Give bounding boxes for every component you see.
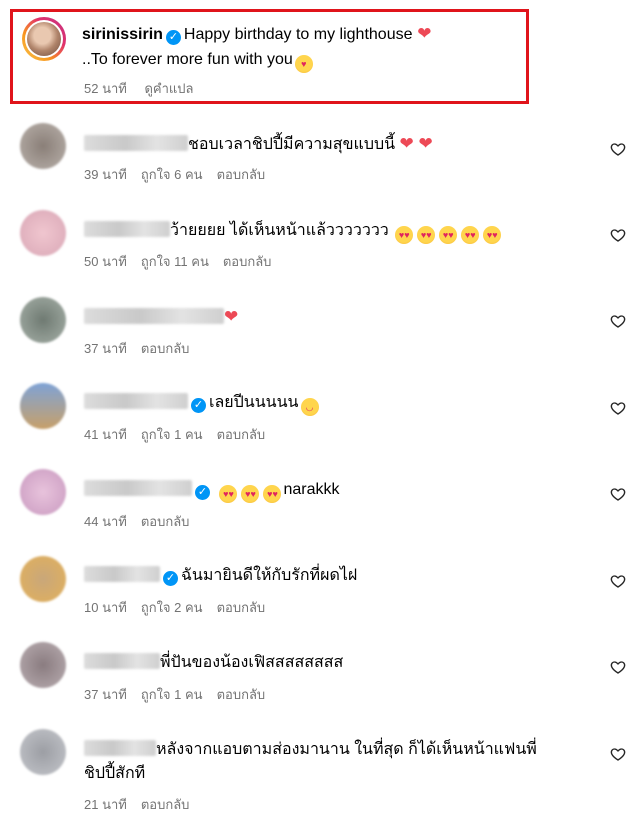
verified-badge-icon: ✓ [195, 485, 210, 500]
comment-likes[interactable]: ถูกใจ 1 คน [141, 427, 203, 442]
caption-time[interactable]: 52 นาที [84, 81, 127, 96]
blurred-username[interactable] [84, 221, 170, 237]
heart-outline-icon[interactable] [610, 141, 626, 157]
commenter-avatar[interactable] [20, 556, 66, 602]
commenter-avatar[interactable] [20, 469, 66, 515]
comment-text: ฉันมายินดีให้กับรักที่ผดไฝ [181, 567, 358, 584]
comment-row-continued: ชิปปี้สักที [84, 764, 145, 784]
commenter-avatar[interactable] [20, 729, 66, 775]
comment-meta: 50 นาที ถูกใจ 11 คน ตอบกลับ [84, 254, 285, 270]
comment-text: ว้ายยยย ได้เห็นหน้าแล้ววววววว [170, 222, 389, 239]
heart-eyes-emoji-icon: ♥♥ [219, 485, 238, 503]
comment-row: ✓ เลยปีนนนนน ◡ [84, 393, 321, 416]
commenter-avatar[interactable] [20, 383, 66, 429]
reply-button[interactable]: ตอบกลับ [141, 514, 190, 529]
comment-meta: 10 นาที ถูกใจ 2 คน ตอบกลับ [84, 600, 279, 616]
caption-text-2: ..To forever more fun with you [82, 51, 293, 68]
blurred-username[interactable] [84, 135, 188, 151]
heart-emoji-icon: ❤ [224, 307, 239, 326]
reply-button[interactable]: ตอบกลับ [217, 427, 266, 442]
verified-badge-icon: ✓ [163, 571, 178, 586]
reply-button[interactable]: ตอบกลับ [217, 600, 266, 615]
heart-outline-icon[interactable] [610, 746, 626, 762]
heart-eyes-emoji-icon: ♥♥ [241, 485, 260, 503]
blurred-username[interactable] [84, 480, 192, 496]
comment-time[interactable]: 50 นาที [84, 254, 127, 269]
comment-row: ชอบเวลาชิปปี้มีความสุขแบบนี้ ❤ ❤ [84, 134, 433, 155]
comment-text: ชอบเวลาชิปปี้มีความสุขแบบนี้ [188, 136, 396, 153]
heart-outline-icon[interactable] [610, 486, 626, 502]
caption-text: Happy birthday to my lighthouse [183, 26, 413, 43]
blurred-username[interactable] [84, 653, 160, 669]
heart-eyes-emoji-icon: ♥♥ [417, 226, 436, 244]
heart-outline-icon[interactable] [610, 227, 626, 243]
heart-outline-icon[interactable] [610, 400, 626, 416]
comment-time[interactable]: 39 นาที [84, 167, 127, 182]
heart-outline-icon[interactable] [610, 573, 626, 589]
comment-time[interactable]: 37 นาที [84, 341, 127, 356]
caption-avatar[interactable] [22, 17, 66, 61]
heart-eyes-emoji-icon: ♥♥ [395, 226, 414, 244]
blurred-username[interactable] [84, 566, 160, 582]
comment-text: หลังจากแอบตามส่องมานาน ในที่สุด ก็ได้เห็… [156, 741, 537, 758]
reply-button[interactable]: ตอบกลับ [223, 254, 272, 269]
comment-time[interactable]: 21 นาที [84, 797, 127, 812]
comment-likes[interactable]: ถูกใจ 2 คน [141, 600, 203, 615]
heart-emoji-icon: ❤ [399, 134, 414, 153]
blurred-username[interactable] [84, 308, 224, 324]
commenter-avatar[interactable] [20, 123, 66, 169]
commenter-avatar[interactable] [20, 210, 66, 256]
comment-row: ✓ ฉันมายินดีให้กับรักที่ผดไฝ [84, 566, 357, 586]
smiling-hearts-emoji-icon: ♥ [294, 55, 313, 73]
caption-line-1: sirinissirin ✓ Happy birthday to my lighth… [82, 24, 431, 45]
heart-eyes-emoji-icon: ♥♥ [461, 226, 480, 244]
heart-eyes-emoji-icon: ♥♥ [439, 226, 458, 244]
comment-time[interactable]: 37 นาที [84, 687, 127, 702]
caption-meta: 52 นาที ดูคำแปล [84, 81, 208, 97]
comment-time[interactable]: 41 นาที [84, 427, 127, 442]
reply-button[interactable]: ตอบกลับ [141, 797, 190, 812]
comment-meta: 37 นาที ถูกใจ 1 คน ตอบกลับ [84, 687, 279, 703]
heart-outline-icon[interactable] [610, 659, 626, 675]
comment-text: เลยปีนนนนน [209, 394, 299, 411]
comment-text-2: ชิปปี้สักที [84, 765, 146, 782]
reply-button[interactable]: ตอบกลับ [217, 167, 266, 182]
heart-eyes-emoji-icon: ♥♥ [483, 226, 502, 244]
reply-button[interactable]: ตอบกลับ [217, 687, 266, 702]
commenter-avatar[interactable] [20, 297, 66, 343]
verified-badge-icon: ✓ [165, 30, 181, 45]
heart-emoji-icon: ❤ [412, 24, 432, 43]
comment-likes[interactable]: ถูกใจ 11 คน [141, 254, 209, 269]
caption-line-2: ..To forever more fun with you ♥ [82, 50, 315, 73]
comment-meta: 39 นาที ถูกใจ 6 คน ตอบกลับ [84, 167, 279, 183]
comment-meta: 41 นาที ถูกใจ 1 คน ตอบกลับ [84, 427, 279, 443]
comment-text: narakkk [283, 481, 340, 498]
comment-row: พี่ปันของน้องเฟิสสสสสสสส [84, 653, 343, 673]
caption-username[interactable]: sirinissirin [82, 26, 163, 43]
comment-row: ❤ [84, 307, 238, 328]
comment-row: หลังจากแอบตามส่องมานาน ในที่สุด ก็ได้เห็… [84, 740, 537, 760]
comment-meta: 37 นาที ตอบกลับ [84, 341, 203, 357]
comment-time[interactable]: 10 นาที [84, 600, 127, 615]
comment-likes[interactable]: ถูกใจ 6 คน [141, 167, 203, 182]
laughing-emoji-icon: ◡ [300, 398, 319, 416]
comment-meta: 21 นาที ตอบกลับ [84, 797, 203, 813]
blurred-username[interactable] [84, 393, 188, 409]
heart-eyes-emoji-icon: ♥♥ [263, 485, 282, 503]
heart-outline-icon[interactable] [610, 313, 626, 329]
comment-text: พี่ปันของน้องเฟิสสสสสสสส [160, 654, 344, 671]
reply-button[interactable]: ตอบกลับ [141, 341, 190, 356]
see-translation-link[interactable]: ดูคำแปล [144, 81, 193, 96]
comment-row: ว้ายยยย ได้เห็นหน้าแล้ววววววว ♥♥ ♥♥ ♥♥ ♥♥ ♥♥ [84, 221, 503, 244]
comment-meta: 44 นาที ตอบกลับ [84, 514, 203, 530]
commenter-avatar[interactable] [20, 642, 66, 688]
comment-likes[interactable]: ถูกใจ 1 คน [141, 687, 203, 702]
comment-time[interactable]: 44 นาที [84, 514, 127, 529]
comment-row: ✓ ♥♥ ♥♥ ♥♥ narakkk [84, 480, 339, 503]
heart-emoji-icon: ❤ [413, 134, 433, 153]
verified-badge-icon: ✓ [191, 398, 206, 413]
blurred-username[interactable] [84, 740, 156, 756]
